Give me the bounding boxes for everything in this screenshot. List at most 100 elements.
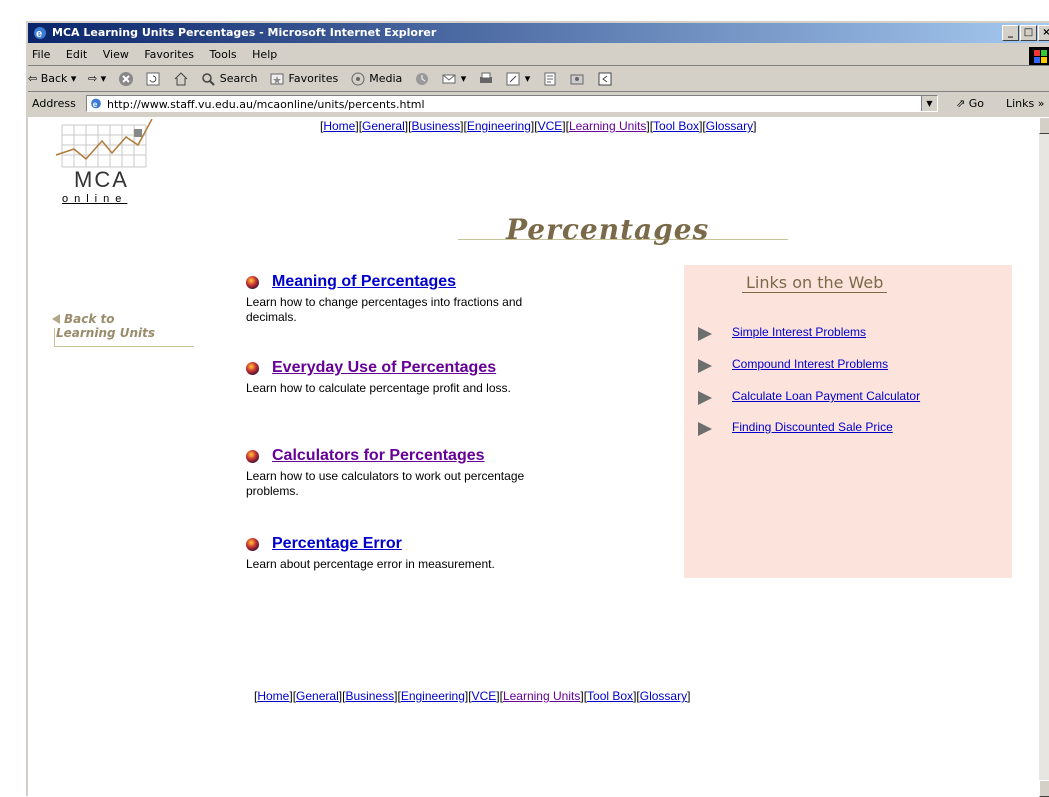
vertical-scrollbar[interactable] (1039, 117, 1049, 797)
go-button[interactable]: ⇗ Go (956, 93, 984, 115)
menu-tools[interactable]: Tools (210, 48, 237, 61)
nav-link-glossary[interactable]: Glossary (706, 119, 753, 133)
messenger-button[interactable] (597, 67, 613, 91)
topic-description: Learn about percentage error in measurem… (246, 557, 495, 571)
page-title: Percentages (506, 213, 710, 246)
menu-bar: File Edit View Favorites Tools Help (28, 45, 1049, 66)
home-button[interactable] (173, 67, 189, 91)
favorites-icon (270, 73, 284, 85)
media-button[interactable]: Media (350, 67, 402, 91)
web-link-simple-interest[interactable]: Simple Interest Problems (732, 325, 866, 339)
web-link-loan-calculator[interactable]: Calculate Loan Payment Calculator (732, 389, 920, 403)
nav-link-learning-units[interactable]: Learning Units (503, 689, 580, 703)
refresh-icon (146, 72, 160, 86)
research-button[interactable] (569, 67, 585, 91)
nav-bracket: ] (753, 119, 757, 133)
title-bar[interactable]: e MCA Learning Units Percentages - Micro… (28, 23, 1049, 43)
page-title-banner: Percentages (458, 205, 788, 246)
play-triangle-icon (698, 327, 712, 341)
logo-online-text: online (62, 193, 128, 205)
go-label: Go (968, 97, 984, 110)
nav-link-general[interactable]: General (296, 689, 339, 703)
back-label: Back (40, 72, 68, 85)
address-dropdown-icon[interactable]: ▼ (921, 96, 937, 111)
nav-link-vce[interactable]: VCE (538, 119, 563, 133)
play-triangle-icon (698, 359, 712, 373)
svg-text:e: e (93, 100, 98, 109)
back-to-learning-units-link[interactable]: Back to Learning Units (52, 312, 197, 348)
history-button[interactable] (414, 67, 430, 91)
stop-icon (118, 72, 133, 86)
nav-link-engineering[interactable]: Engineering (401, 689, 465, 703)
favorites-button[interactable]: Favorites (269, 67, 338, 91)
page-viewport: [Home][General][Business][Engineering][V… (28, 117, 1039, 797)
topic-title-link[interactable]: Percentage Error (272, 535, 402, 553)
scroll-up-button[interactable] (1039, 117, 1049, 134)
back-link-line2: Learning Units (56, 326, 156, 340)
nav-link-business[interactable]: Business (345, 689, 394, 703)
windows-logo-icon (1029, 47, 1049, 65)
mca-online-logo[interactable]: MCA online (52, 119, 162, 211)
nav-link-home[interactable]: Home (257, 689, 289, 703)
discuss-icon (544, 72, 556, 86)
screenshot-frame: e MCA Learning Units Percentages - Micro… (0, 0, 1049, 797)
address-input[interactable]: e http://www.staff.vu.edu.au/mcaonline/u… (86, 95, 938, 112)
messenger-icon (598, 72, 612, 86)
topic-description: Learn how to change percentages into fra… (246, 295, 523, 324)
play-triangle-icon (698, 391, 712, 405)
minimize-button[interactable]: _ (1002, 25, 1019, 41)
menu-edit[interactable]: Edit (66, 48, 87, 61)
mail-icon (442, 74, 456, 84)
menu-view[interactable]: View (103, 48, 129, 61)
topic-title-link[interactable]: Meaning of Percentages (272, 273, 456, 291)
nav-link-business[interactable]: Business (411, 119, 460, 133)
menu-help[interactable]: Help (252, 48, 277, 61)
bullet-icon (246, 538, 259, 551)
close-button[interactable]: × (1038, 25, 1049, 41)
nav-link-general[interactable]: General (362, 119, 405, 133)
web-links-title: Links on the Web (742, 273, 888, 293)
address-bar: Address e http://www.staff.vu.edu.au/mca… (28, 93, 1049, 115)
nav-link-engineering[interactable]: Engineering (467, 119, 531, 133)
print-button[interactable] (478, 67, 494, 91)
topic-description: Learn how to use calculators to work out… (246, 469, 525, 498)
back-link-underline (54, 346, 194, 347)
nav-link-vce[interactable]: VCE (472, 689, 497, 703)
maximize-button[interactable]: □ (1020, 25, 1037, 41)
links-label: Links (1006, 97, 1035, 110)
search-button[interactable]: Search (200, 67, 258, 91)
back-arrow-icon: ⇦ (28, 72, 38, 85)
window-controls: _ □ × (1002, 25, 1049, 41)
nav-link-home[interactable]: Home (323, 119, 355, 133)
history-icon (415, 73, 428, 85)
window-title: MCA Learning Units Percentages - Microso… (52, 26, 437, 39)
back-triangle-icon (52, 314, 60, 324)
discuss-button[interactable] (542, 67, 558, 91)
scroll-down-button[interactable] (1039, 780, 1049, 797)
forward-button[interactable]: ⇨ ▾ (88, 67, 106, 91)
nav-link-tool-box[interactable]: Tool Box (587, 689, 633, 703)
nav-link-learning-units[interactable]: Learning Units (569, 119, 646, 133)
topic-title-link[interactable]: Everyday Use of Percentages (272, 359, 496, 377)
menu-file[interactable]: File (32, 48, 50, 61)
forward-arrow-icon: ⇨ (87, 72, 98, 85)
mail-button[interactable]: ▾ (441, 67, 466, 91)
stop-button[interactable] (118, 67, 134, 91)
go-arrow-icon: ⇗ (956, 97, 966, 110)
media-icon (351, 72, 365, 86)
home-icon (174, 72, 188, 86)
print-icon (479, 72, 492, 83)
topic-title-link[interactable]: Calculators for Percentages (272, 447, 485, 465)
web-link-compound-interest[interactable]: Compound Interest Problems (732, 357, 888, 371)
back-button[interactable]: ⇦ Back ▾ (28, 67, 76, 91)
nav-link-tool-box[interactable]: Tool Box (653, 119, 699, 133)
nav-link-glossary[interactable]: Glossary (640, 689, 687, 703)
refresh-button[interactable] (145, 67, 161, 91)
search-label: Search (219, 72, 258, 85)
web-link-discounted-price[interactable]: Finding Discounted Sale Price (732, 420, 893, 434)
edit-button[interactable]: ▾ (505, 67, 530, 91)
address-label: Address (32, 97, 76, 110)
logo-mca-text: MCA (74, 167, 129, 192)
links-toolbar[interactable]: Links » (1006, 93, 1045, 115)
menu-favorites[interactable]: Favorites (144, 48, 194, 61)
